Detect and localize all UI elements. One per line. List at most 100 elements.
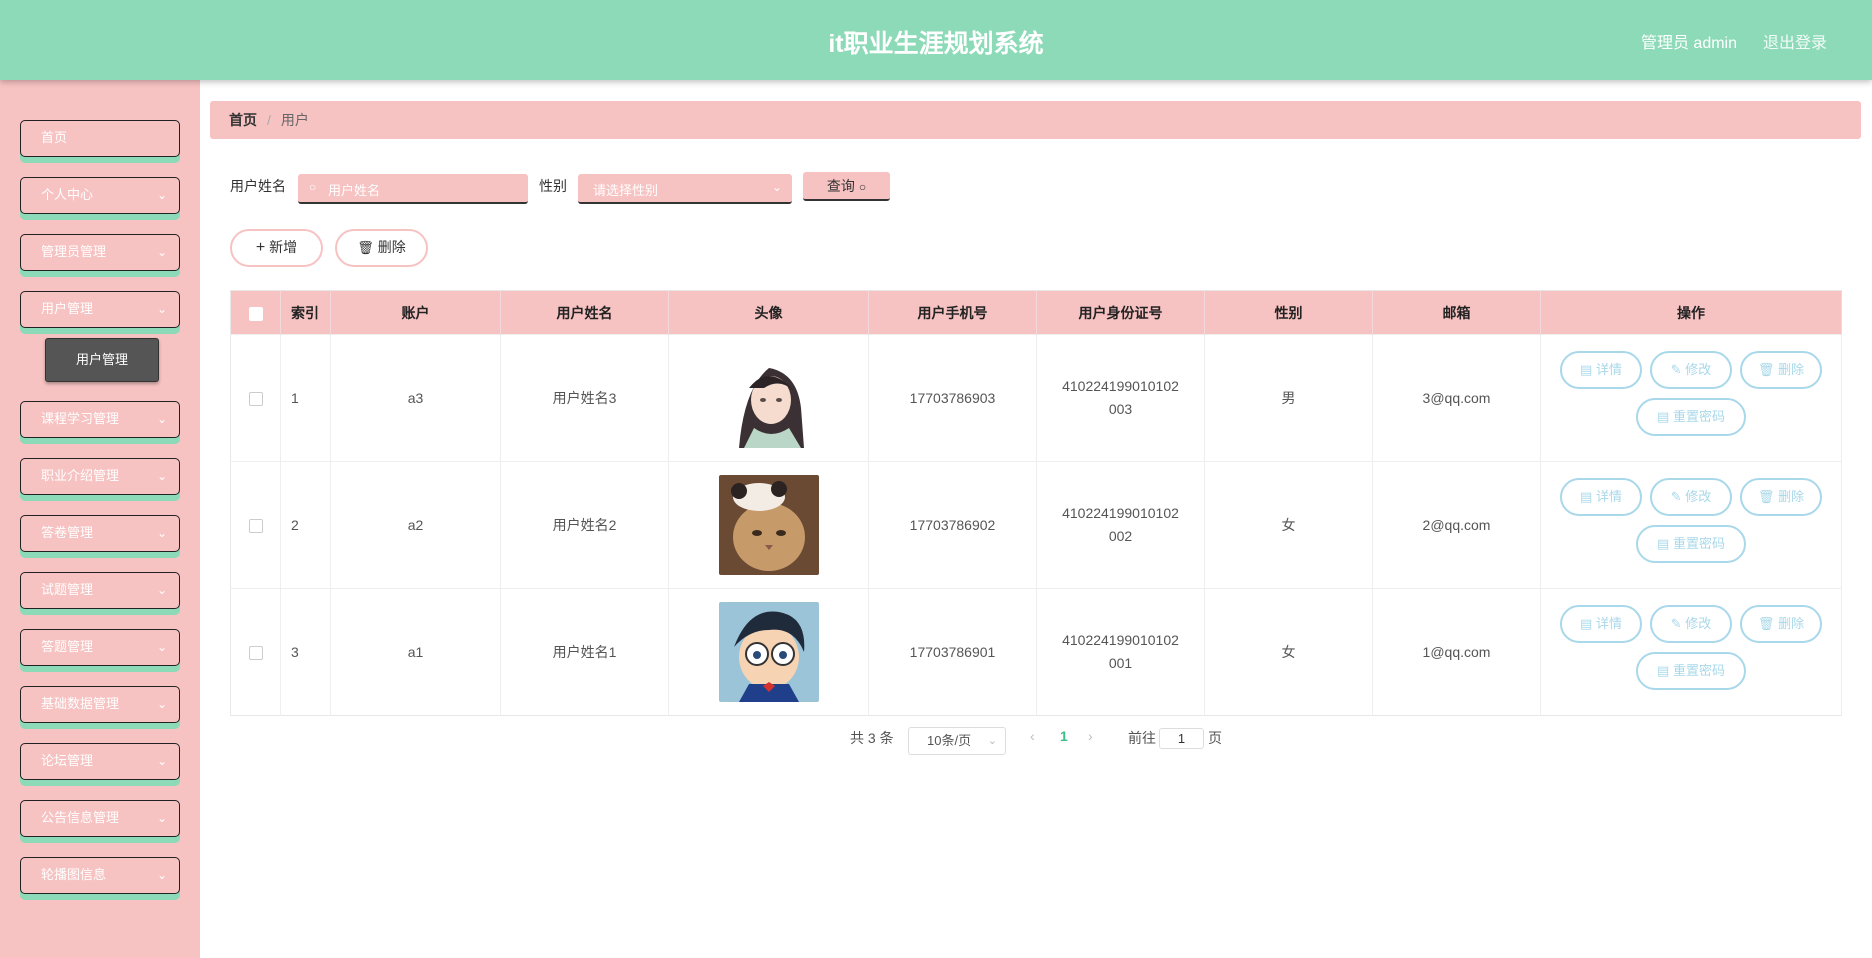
sidebar-item-answer-sheet-management[interactable]: 答卷管理 ⌄ — [20, 515, 180, 552]
sidebar-item-admin-management[interactable]: 管理员管理 ⌄ — [20, 234, 180, 271]
cell-avatar — [668, 334, 869, 462]
reset-password-button[interactable]: ▤ 重置密码 — [1636, 398, 1746, 436]
edit-button[interactable]: ✎ 修改 — [1650, 351, 1732, 389]
page-suffix: 页 — [1208, 730, 1222, 746]
row-select-cell — [230, 461, 281, 589]
chevron-down-icon: ⌄ — [156, 583, 167, 597]
col-index: 索引 — [280, 290, 331, 335]
cell-index: 2 — [280, 461, 331, 589]
table-header-row: 索引 账户 用户姓名 头像 用户手机号 用户身份证号 性别 邮箱 操作 — [230, 290, 1842, 335]
cell-phone: 17703786902 — [868, 461, 1037, 589]
detail-button-label: 详情 — [1595, 362, 1622, 377]
reset-password-button[interactable]: ▤ 重置密码 — [1636, 525, 1746, 563]
document-icon: ▤ — [1657, 536, 1670, 551]
pencil-icon: ✎ — [1670, 362, 1682, 377]
page-size-select[interactable]: 10条/页 ⌄ — [908, 727, 1006, 755]
sidebar-item-user-management[interactable]: 用户管理 ⌄ — [20, 291, 180, 328]
row-actions: ▤ 详情 ✎ 修改 🗑 删除 ▤ 重置密码 — [1556, 351, 1826, 445]
delete-button[interactable]: 🗑 删除 — [1740, 478, 1822, 516]
detail-button-label: 详情 — [1595, 616, 1622, 631]
sidebar-subitem-user-management[interactable]: 用户管理 — [45, 338, 159, 382]
reset-password-button-label: 重置密码 — [1672, 536, 1725, 551]
pagination-total: 共 3 条 — [850, 730, 894, 746]
cell-email: 2@qq.com — [1372, 461, 1541, 589]
row-checkbox[interactable] — [248, 646, 263, 661]
cell-phone: 17703786901 — [868, 588, 1037, 716]
delete-button-label: 删除 — [1778, 489, 1805, 504]
breadcrumb: 首页 / 用户 — [210, 101, 1861, 139]
chevron-down-icon: ⌄ — [156, 868, 167, 882]
cat-avatar — [718, 475, 819, 575]
logout-link[interactable]: 退出登录 — [1763, 29, 1827, 53]
cell-operations: ▤ 详情 ✎ 修改 🗑 删除 ▤ 重置密码 — [1540, 588, 1842, 716]
sidebar-item-course-management[interactable]: 课程学习管理 ⌄ — [20, 401, 180, 438]
delete-button[interactable]: 🗑 删除 — [1740, 351, 1822, 389]
edit-button[interactable]: ✎ 修改 — [1650, 478, 1732, 516]
anime-girl-avatar — [718, 348, 819, 448]
sidebar-item-label: 个人中心 — [41, 187, 94, 202]
col-avatar: 头像 — [668, 290, 869, 335]
edit-button[interactable]: ✎ 修改 — [1650, 605, 1732, 643]
gender-select-placeholder: 请选择性别 — [593, 183, 659, 198]
row-checkbox[interactable] — [248, 519, 263, 534]
detail-button[interactable]: ▤ 详情 — [1560, 351, 1642, 389]
row-checkbox[interactable] — [248, 392, 263, 407]
pencil-icon: ✎ — [1670, 489, 1682, 504]
sidebar-item-label: 试题管理 — [41, 582, 94, 597]
sidebar-item-home[interactable]: 首页 — [20, 120, 180, 157]
sidebar-item-question-management[interactable]: 试题管理 ⌄ — [20, 572, 180, 609]
chevron-down-icon: ⌄ — [156, 188, 167, 202]
chevron-down-icon: ⌄ — [156, 302, 167, 316]
detail-button-label: 详情 — [1595, 489, 1622, 504]
trash-icon: 🗑 — [1757, 489, 1775, 504]
sidebar-item-label: 公告信息管理 — [41, 810, 120, 825]
detail-button[interactable]: ▤ 详情 — [1560, 478, 1642, 516]
sidebar: 首页 个人中心 ⌄ 管理员管理 ⌄ 用户管理 ⌄ 用户管理 课程学习管理 ⌄ 职业介绍管… — [0, 80, 200, 958]
next-page-icon[interactable]: › — [1088, 728, 1093, 744]
page-number-current[interactable]: 1 — [1060, 728, 1068, 744]
sidebar-item-label: 课程学习管理 — [41, 411, 120, 426]
sidebar-item-carousel-info[interactable]: 轮播图信息 ⌄ — [20, 857, 180, 894]
query-button[interactable]: 查询 ○ — [803, 172, 890, 201]
sidebar-item-label: 首页 — [41, 130, 68, 145]
document-icon: ▤ — [1580, 362, 1593, 377]
cell-index: 3 — [280, 588, 331, 716]
table-row: 3 a1 用户姓名1 17703786901 41022419901010200… — [230, 588, 1842, 716]
reset-password-button[interactable]: ▤ 重置密码 — [1636, 652, 1746, 690]
gender-select[interactable]: 请选择性别 ⌄ — [578, 174, 792, 204]
pencil-icon: ✎ — [1670, 616, 1682, 631]
row-select-cell — [230, 334, 281, 462]
reset-password-button-label: 重置密码 — [1672, 663, 1725, 678]
select-all-checkbox[interactable] — [248, 306, 263, 321]
document-icon: ▤ — [1580, 616, 1593, 631]
bulk-delete-button[interactable]: 🗑 删除 — [335, 229, 428, 267]
sidebar-item-career-management[interactable]: 职业介绍管理 ⌄ — [20, 458, 180, 495]
row-actions: ▤ 详情 ✎ 修改 🗑 删除 ▤ 重置密码 — [1556, 478, 1826, 572]
cell-account: a3 — [330, 334, 501, 462]
sidebar-item-label: 论坛管理 — [41, 753, 94, 768]
table-row: 2 a2 用户姓名2 17703786902 41022419901010200… — [230, 461, 1842, 589]
cell-phone: 17703786903 — [868, 334, 1037, 462]
col-operations: 操作 — [1540, 290, 1842, 335]
search-icon: ○ — [309, 180, 317, 194]
sidebar-item-forum-management[interactable]: 论坛管理 ⌄ — [20, 743, 180, 780]
sidebar-item-label: 轮播图信息 — [41, 867, 107, 882]
sidebar-item-basic-data-management[interactable]: 基础数据管理 ⌄ — [20, 686, 180, 723]
breadcrumb-home[interactable]: 首页 — [229, 112, 257, 128]
query-button-label: 查询 — [826, 178, 855, 194]
goto-page-input[interactable]: 1 — [1159, 728, 1204, 749]
chevron-down-icon: ⌄ — [156, 697, 167, 711]
cell-name: 用户姓名1 — [500, 588, 669, 716]
delete-button[interactable]: 🗑 删除 — [1740, 605, 1822, 643]
detail-button[interactable]: ▤ 详情 — [1560, 605, 1642, 643]
sidebar-item-notice-management[interactable]: 公告信息管理 ⌄ — [20, 800, 180, 837]
trash-icon: 🗑 — [1757, 362, 1775, 377]
name-search-input[interactable]: ○ 用户姓名 — [298, 174, 528, 204]
plus-icon: + — [255, 239, 266, 256]
add-button[interactable]: + 新增 — [230, 229, 323, 267]
user-table: 索引 账户 用户姓名 头像 用户手机号 用户身份证号 性别 邮箱 操作 1 a3… — [230, 290, 1842, 716]
sidebar-item-answer-management[interactable]: 答题管理 ⌄ — [20, 629, 180, 666]
prev-page-icon[interactable]: ‹ — [1030, 728, 1035, 744]
sidebar-item-personal-center[interactable]: 个人中心 ⌄ — [20, 177, 180, 214]
edit-button-label: 修改 — [1685, 489, 1712, 504]
